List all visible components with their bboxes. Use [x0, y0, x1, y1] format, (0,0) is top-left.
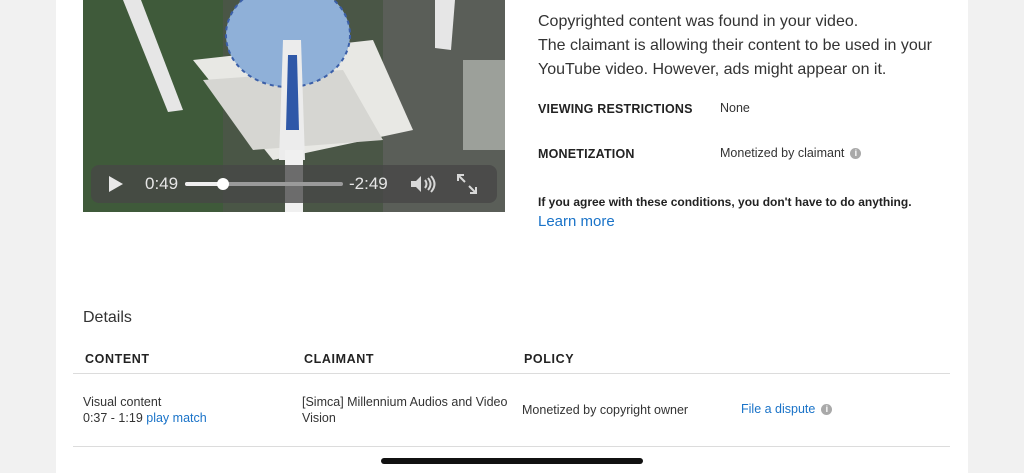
- claimant-message-line1: The claimant is allowing their content t…: [538, 37, 932, 54]
- file-dispute-link[interactable]: File a dispute: [741, 402, 815, 416]
- content-column-header: CONTENT: [85, 352, 150, 366]
- header-divider: [73, 373, 950, 374]
- claimant-message-line2: YouTube video. However, ads might appear…: [538, 61, 887, 78]
- volume-icon[interactable]: [409, 174, 437, 194]
- policy-column-header: POLICY: [524, 352, 575, 366]
- remaining-time: -2:49: [349, 174, 388, 193]
- claimant-name-line2: Vision: [302, 411, 336, 425]
- elapsed-time: 0:49: [145, 174, 179, 193]
- monetization-label: MONETIZATION: [538, 147, 635, 161]
- home-indicator[interactable]: [381, 458, 643, 464]
- info-icon[interactable]: i: [850, 148, 862, 159]
- fullscreen-icon[interactable]: [456, 173, 478, 195]
- content-range: 0:37 - 1:19: [83, 411, 143, 425]
- viewing-restrictions-label: VIEWING RESTRICTIONS: [538, 102, 693, 116]
- agree-note: If you agree with these conditions, you …: [538, 195, 912, 209]
- claimant-column-header: CLAIMANT: [304, 352, 375, 366]
- policy-value: Monetized by copyright owner: [522, 403, 689, 417]
- learn-more-link[interactable]: Learn more: [538, 213, 615, 230]
- table-row-content: Visual content 0:37 - 1:19 play match: [83, 394, 207, 426]
- table-row-claimant: [Simca] Millennium Audios and Video Visi…: [302, 394, 507, 426]
- viewing-restrictions-value: None: [720, 101, 750, 115]
- claimant-name-line1: [Simca] Millennium Audios and Video: [302, 395, 508, 409]
- monetization-value-wrap: Monetized by claimant i: [720, 146, 862, 160]
- seek-knob[interactable]: [216, 178, 229, 190]
- info-icon[interactable]: i: [821, 404, 833, 415]
- content-type: Visual content: [83, 395, 162, 409]
- content-range-wrap: 0:37 - 1:19 play match: [83, 410, 207, 426]
- details-title: Details: [83, 309, 132, 326]
- play-icon[interactable]: [109, 176, 123, 192]
- video-controls: 0:49 -2:49: [91, 165, 497, 203]
- play-match-link[interactable]: play match: [146, 411, 206, 425]
- row-divider: [73, 446, 950, 447]
- monetization-value: Monetized by claimant: [720, 146, 845, 160]
- seek-bar[interactable]: [185, 178, 343, 190]
- dispute-wrap: File a dispute i: [741, 401, 833, 417]
- copyright-message: Copyrighted content was found in your vi…: [538, 13, 859, 30]
